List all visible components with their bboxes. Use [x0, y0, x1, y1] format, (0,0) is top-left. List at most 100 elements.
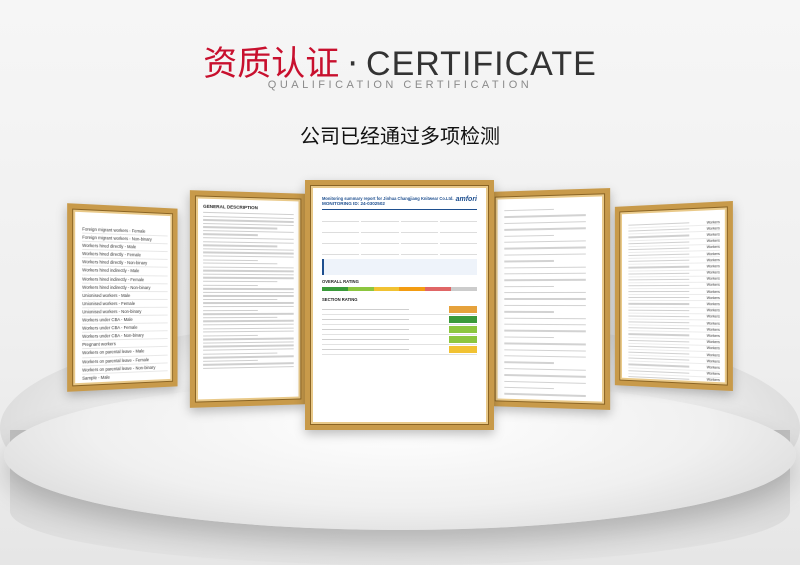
amfori-logo: amfori [455, 196, 477, 203]
text-line [628, 278, 689, 281]
section-text-line [322, 308, 409, 311]
text-line [504, 367, 586, 371]
section-text-line [322, 328, 409, 331]
list-item-label: Workers [706, 321, 720, 326]
text-line [203, 316, 278, 319]
detail-cell [361, 247, 399, 255]
text-line [504, 272, 586, 275]
list-item-label: Workers [706, 226, 720, 231]
text-line [203, 309, 259, 312]
section-headline: 公司已经通过多项检测 [300, 124, 500, 148]
detail-cell [361, 225, 399, 233]
text-line [504, 285, 554, 288]
document-text-lines [203, 211, 294, 370]
text-line [203, 359, 259, 362]
list-item-label: Workers [706, 289, 720, 294]
text-line [504, 374, 586, 378]
text-line [203, 313, 294, 315]
text-line [203, 229, 294, 234]
text-line [504, 220, 586, 225]
text-line [628, 228, 689, 232]
text-line [203, 255, 294, 258]
text-line [628, 284, 689, 287]
text-line [504, 348, 586, 352]
section-rating-cell [449, 316, 477, 323]
text-line [628, 339, 689, 343]
text-line [203, 240, 294, 244]
text-line [504, 336, 554, 339]
text-line [628, 369, 689, 374]
text-line [203, 269, 294, 273]
report-note-box [322, 259, 477, 275]
certificate-document: Workers Workers Workers Workers Workers Worke… [622, 210, 724, 382]
certificate-frame-left: Foreign migrant workers - Female Foreign … [67, 203, 178, 392]
text-line [203, 266, 294, 269]
text-line [203, 244, 278, 248]
detail-cell [400, 225, 438, 233]
section-rating-cell [449, 306, 477, 313]
section-rating-table [314, 305, 485, 355]
certificate-document: Foreign migrant workers - Female Foreign … [76, 212, 170, 383]
list-item-label: Workers [706, 302, 720, 307]
certificate-document [498, 197, 601, 401]
list-item-label: Workers [706, 339, 720, 345]
list-item-label: Workers [706, 283, 720, 288]
section-row [322, 315, 477, 325]
section-rating-label: SECTION RATING [322, 297, 358, 302]
text-line [203, 298, 278, 301]
list-item-label: Workers [706, 358, 720, 364]
text-line [203, 291, 294, 294]
section-row [322, 335, 477, 345]
text-line [203, 280, 278, 283]
text-line [504, 240, 586, 244]
list-item-label: Workers [706, 257, 720, 263]
certificate-frame-center: Monitoring summary report for Jinhua Cha… [305, 180, 494, 430]
text-line [628, 357, 689, 361]
text-line [203, 362, 294, 366]
section-rating-cell [449, 346, 477, 353]
rating-segment [347, 287, 374, 291]
text-line [628, 327, 689, 330]
text-line [504, 234, 554, 237]
certificate-frame-right: Workers Workers Workers Workers Workers Worke… [614, 200, 733, 392]
section-row [322, 345, 477, 355]
section-rating-cell [449, 326, 477, 333]
text-line [504, 304, 586, 307]
text-line [203, 365, 294, 370]
text-line [628, 234, 689, 238]
text-line [203, 305, 294, 308]
text-line [628, 351, 689, 355]
title-chinese: 资质认证 [203, 44, 340, 84]
text-line [203, 348, 294, 352]
list-item-label: Workers [706, 346, 720, 351]
text-line [203, 233, 259, 237]
detail-cell [400, 214, 438, 222]
text-line [504, 266, 586, 269]
detail-cell [322, 214, 360, 222]
text-line [504, 361, 554, 364]
text-line [628, 363, 689, 368]
title-separator: · [347, 44, 359, 84]
text-line [203, 352, 278, 355]
list-item-label: Workers [706, 232, 720, 237]
text-line [203, 277, 294, 280]
text-line [628, 303, 689, 305]
text-line [504, 386, 554, 390]
rating-segment [451, 287, 477, 291]
text-line [504, 342, 586, 346]
text-line [504, 355, 586, 359]
title-english: CERTIFICATE [366, 45, 597, 83]
text-line [628, 241, 689, 245]
certificate-document: GENERAL DESCRIPTION [199, 199, 298, 399]
text-line [203, 344, 294, 348]
report-details-grid [322, 214, 477, 255]
page-subtitle: QUALIFICATION CERTIFICATION [267, 79, 533, 91]
text-line [504, 380, 586, 384]
certificate-frame-fourth [489, 188, 611, 410]
detail-cell [439, 236, 477, 244]
section-text-line [322, 318, 409, 321]
overall-rating-bar [322, 287, 477, 291]
monitoring-id: MONITORING ID: 24-0302502 [322, 201, 385, 206]
list-item-label: Workers [706, 219, 720, 225]
list-item-label: Workers [706, 365, 720, 370]
